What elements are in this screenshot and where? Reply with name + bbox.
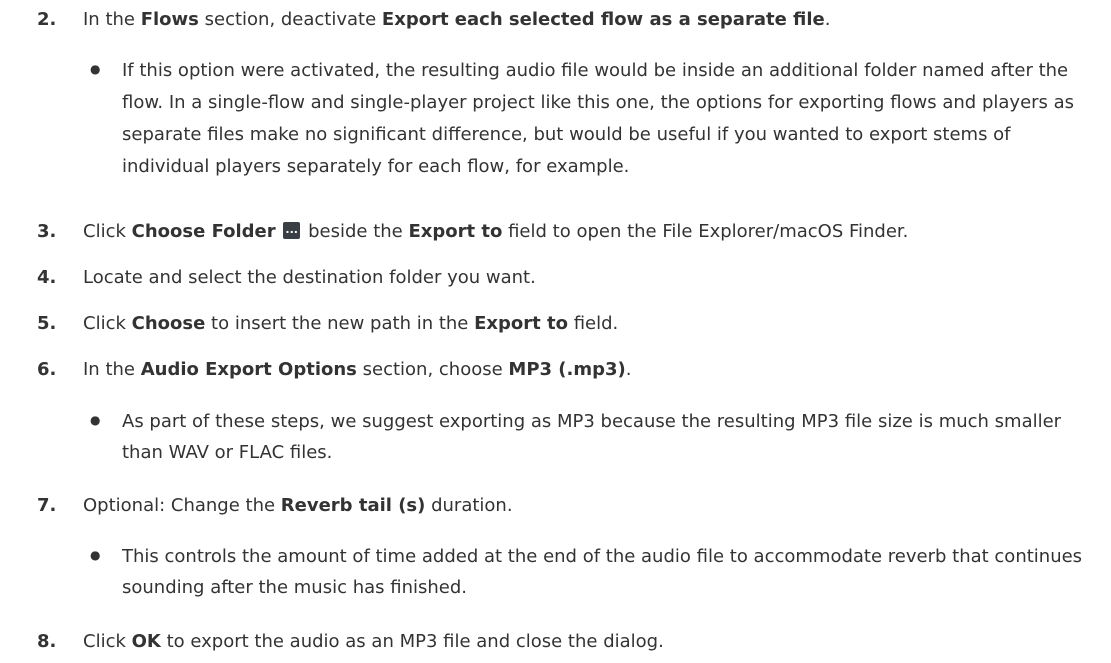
ui-term: Audio Export Options [140, 359, 357, 380]
text-run: Optional: Change the [83, 495, 281, 516]
step-number: 7. [37, 495, 57, 516]
text-run: to export the audio as an MP3 file and c… [160, 631, 664, 652]
text-run: . [824, 9, 831, 30]
text-run: Locate and select the destination folder… [83, 267, 536, 288]
bullet-dot: ● [90, 413, 101, 427]
bullet-dot: ● [90, 62, 101, 76]
text-run: field. [567, 313, 619, 334]
text-run: to insert the new path in the [205, 313, 475, 334]
step-text: In the Flows section, deactivate Export … [83, 6, 831, 34]
bullet-text: This controls the amount of time added a… [122, 546, 1083, 598]
step-number: 3. [37, 221, 57, 242]
step-text: Locate and select the destination folder… [83, 264, 536, 292]
bullet-text: If this option were activated, the resul… [122, 60, 1075, 177]
text-run: Click [83, 313, 132, 334]
step-text: Click OK to export the audio as an MP3 f… [83, 628, 664, 656]
step-text: Optional: Change the Reverb tail (s) dur… [83, 492, 513, 520]
ui-term: Export to [474, 313, 568, 334]
ui-term: Flows [140, 9, 199, 30]
ui-term: Choose Folder [131, 221, 276, 242]
ui-term: Choose [131, 313, 206, 334]
step-number: 4. [37, 267, 57, 288]
ui-term: OK [131, 631, 161, 652]
ui-term: Export to [408, 221, 503, 242]
ellipsis-icon [283, 216, 301, 244]
document-page: 2. In the Flows section, deactivate Expo… [0, 0, 1111, 663]
text-run: Click [83, 631, 132, 652]
bullet-text: As part of these steps, we suggest expor… [122, 411, 1062, 463]
ui-term: MP3 (.mp3) [508, 359, 626, 380]
step-number: 8. [37, 631, 57, 652]
text-run: . [625, 359, 632, 380]
text-run: section, choose [356, 359, 509, 380]
text-run: In the [83, 359, 141, 380]
ui-term: Export each selected flow as a separate … [381, 9, 825, 30]
step-text: In the Audio Export Options section, cho… [83, 356, 632, 384]
bullet-dot: ● [90, 548, 101, 562]
text-run: field to open the File Explorer/macOS Fi… [502, 221, 909, 242]
text-run: beside the [302, 221, 409, 242]
step-number: 6. [37, 359, 57, 380]
step-text: Click Choose Folder beside the Export to… [83, 216, 909, 246]
step-number: 2. [37, 9, 57, 30]
text-run: Click [83, 221, 132, 242]
ui-term: Reverb tail (s) [280, 495, 426, 516]
step-text: Click Choose to insert the new path in t… [83, 310, 618, 338]
step-number: 5. [37, 313, 57, 334]
text-run: section, deactivate [198, 9, 382, 30]
text-run: duration. [425, 495, 513, 516]
text-run: In the [83, 9, 141, 30]
